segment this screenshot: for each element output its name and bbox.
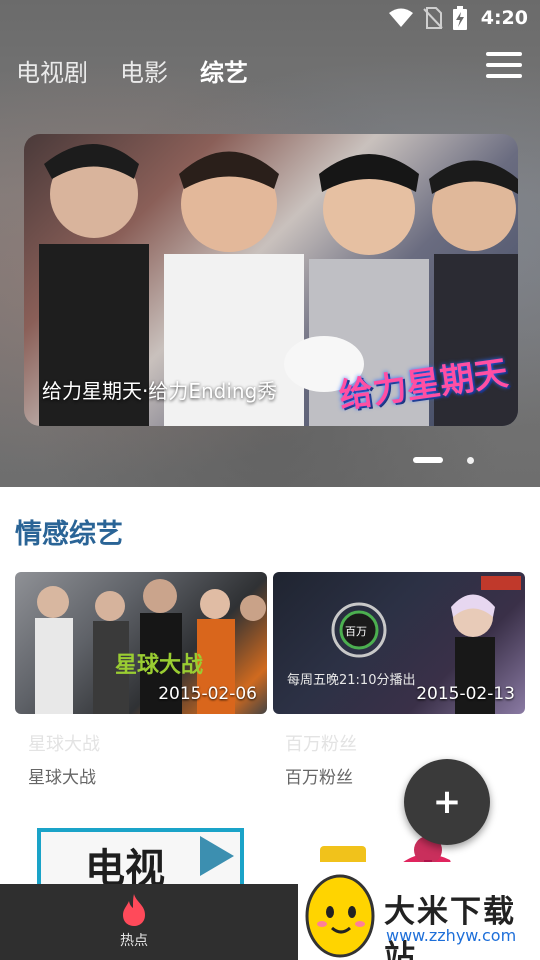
card-date: 2015-02-13 [416, 684, 515, 704]
card-date: 2015-02-06 [158, 684, 257, 704]
no-sim-icon [423, 7, 443, 29]
bottom-nav: 热点 [0, 884, 298, 960]
card-2-title[interactable]: 百万粉丝 [285, 730, 357, 756]
video-card-2[interactable]: 百万 每周五晚21:10分播出 2015-02-13 [273, 572, 525, 714]
status-time: 4:20 [480, 7, 528, 29]
bottom-tab-hot[interactable]: 热点 [104, 894, 164, 954]
flame-icon [123, 894, 145, 926]
carousel-indicator [0, 452, 540, 466]
banner-caption: 给力星期天·给力Ending秀 [42, 379, 278, 403]
tab-variety[interactable]: 综艺 [200, 53, 248, 88]
carousel-dot[interactable] [467, 457, 474, 464]
top-nav: 电视剧 电影 综艺 [0, 44, 540, 96]
add-button[interactable]: + [404, 759, 490, 845]
tab-tv-series[interactable]: 电视剧 [16, 53, 88, 88]
svg-text:每周五晚21:10分播出: 每周五晚21:10分播出 [287, 672, 415, 688]
video-card-1[interactable]: 星球大战 2015-02-06 [15, 572, 267, 714]
watermark-url: www.zzhyw.com [386, 926, 517, 945]
hero-area: 4:20 电视剧 电影 综艺 给力星期天 给力星期天·给力Ending秀 [0, 0, 540, 487]
carousel-dot-active[interactable] [413, 457, 443, 463]
battery-charging-icon [452, 6, 467, 30]
card-3-peek-text: 电视 [85, 846, 165, 888]
video-card-3-peek[interactable]: 电视 [37, 828, 244, 888]
card-2-subtitle: 百万粉丝 [285, 768, 353, 788]
tab-movies[interactable]: 电影 [120, 53, 168, 88]
svg-text:百万: 百万 [345, 625, 367, 638]
section-title: 情感综艺 [15, 519, 123, 550]
status-bar: 4:20 [0, 0, 540, 36]
plus-icon: + [432, 782, 462, 822]
watermark-title: 大米下载站 [384, 894, 516, 960]
site-watermark: 大米下载站 www.zzhyw.com [298, 862, 540, 960]
card-1-subtitle: 星球大战 [28, 768, 96, 788]
card-1-title[interactable]: 星球大战 [28, 730, 100, 756]
rice-mascot-logo [305, 874, 375, 958]
banner-carousel[interactable]: 给力星期天 给力星期天·给力Ending秀 [24, 134, 518, 426]
wifi-icon [388, 8, 413, 27]
bottom-tab-label: 热点 [120, 933, 148, 949]
paper-plane-icon [200, 836, 234, 876]
svg-text:星球大战: 星球大战 [115, 653, 203, 678]
hamburger-menu-icon[interactable] [486, 52, 524, 86]
